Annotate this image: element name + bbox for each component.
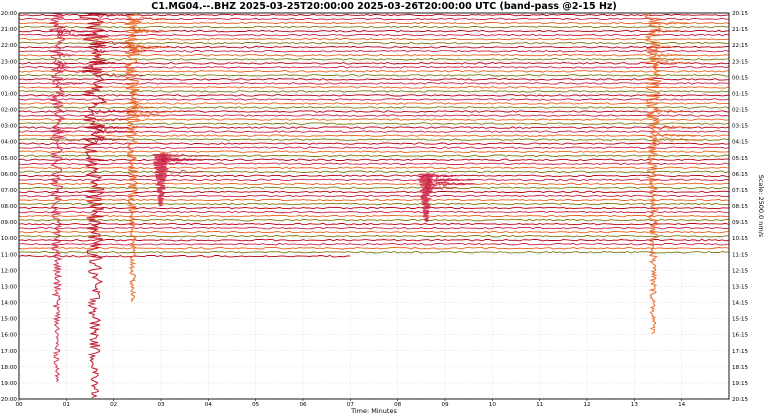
left-time-axis: 20:00 21:00 22:00 23:00 00:00 01:00 02:00 03:00… bbox=[1, 11, 18, 403]
right-tick-label: 00:15 bbox=[732, 75, 749, 81]
left-tick-label: 09:00 bbox=[1, 220, 18, 226]
right-time-axis: 20:15 21:15 22:15 23:15 00:15 01:15 02:15 03:15… bbox=[732, 11, 749, 403]
left-tick-label: 06:00 bbox=[1, 172, 18, 178]
left-tick-label: 14:00 bbox=[1, 301, 18, 307]
right-tick-label: 21:15 bbox=[732, 27, 749, 33]
x-tick-label: 14 bbox=[678, 402, 686, 408]
right-tick-label: 17:15 bbox=[732, 349, 749, 355]
left-tick-label: 20:00 bbox=[1, 11, 18, 17]
left-tick-label: 13:00 bbox=[1, 284, 18, 290]
right-tick-label: 04:15 bbox=[732, 140, 749, 146]
x-tick-label: 04 bbox=[205, 402, 213, 408]
x-tick-label: 13 bbox=[631, 402, 639, 408]
right-axis-label: Scale: 2500.0 nm/s bbox=[757, 175, 765, 238]
x-tick-label: 00 bbox=[15, 402, 23, 408]
right-tick-label: 02:15 bbox=[732, 108, 749, 114]
right-tick-label: 11:15 bbox=[732, 252, 749, 258]
left-tick-label: 21:00 bbox=[1, 27, 18, 33]
left-tick-label: 00:00 bbox=[1, 75, 18, 81]
right-tick-label: 13:15 bbox=[732, 284, 749, 290]
x-tick-label: 05 bbox=[252, 402, 260, 408]
helicorder-chart: 20:00 21:00 22:00 23:00 00:00 01:00 02:00 03:00… bbox=[1, 1, 765, 415]
left-tick-label: 15:00 bbox=[1, 317, 18, 323]
right-tick-label: 20:15 bbox=[732, 11, 749, 17]
x-tick-label: 11 bbox=[536, 402, 544, 408]
right-tick-label: 09:15 bbox=[732, 220, 749, 226]
right-tick-label: 22:15 bbox=[732, 43, 749, 49]
x-tick-label: 06 bbox=[299, 402, 307, 408]
x-tick-label: 02 bbox=[110, 402, 117, 408]
right-tick-label: 03:15 bbox=[732, 124, 749, 130]
right-tick-label: 06:15 bbox=[732, 172, 749, 178]
right-tick-label: 19:15 bbox=[732, 381, 749, 387]
right-tick-label: 12:15 bbox=[732, 268, 749, 274]
right-tick-label: 10:15 bbox=[732, 236, 749, 242]
left-tick-label: 16:00 bbox=[1, 333, 18, 339]
x-axis-label: Time: Minutes bbox=[350, 407, 397, 415]
left-tick-label: 23:00 bbox=[1, 59, 18, 65]
x-tick-label: 12 bbox=[583, 402, 590, 408]
left-tick-label: 08:00 bbox=[1, 204, 18, 210]
left-tick-label: 17:00 bbox=[1, 349, 18, 355]
right-tick-label: 08:15 bbox=[732, 204, 749, 210]
right-tick-label: 01:15 bbox=[732, 91, 749, 97]
left-tick-label: 02:00 bbox=[1, 108, 18, 114]
left-tick-label: 19:00 bbox=[1, 381, 18, 387]
left-tick-label: 22:00 bbox=[1, 43, 18, 49]
left-tick-label: 07:00 bbox=[1, 188, 18, 194]
right-tick-label: 05:15 bbox=[732, 156, 749, 162]
chart-title: C1.MG04.--.BHZ 2025-03-25T20:00:00 2025-… bbox=[151, 1, 617, 12]
left-tick-label: 10:00 bbox=[1, 236, 18, 242]
left-tick-label: 03:00 bbox=[1, 124, 18, 130]
x-tick-label: 03 bbox=[157, 402, 165, 408]
left-tick-label: 11:00 bbox=[1, 252, 18, 258]
left-tick-label: 12:00 bbox=[1, 268, 18, 274]
right-tick-label: 16:15 bbox=[732, 333, 749, 339]
x-tick-label: 09 bbox=[441, 402, 449, 408]
left-tick-label: 01:00 bbox=[1, 91, 18, 97]
x-tick-label: 10 bbox=[489, 402, 497, 408]
right-tick-label: 07:15 bbox=[732, 188, 749, 194]
right-tick-label: 18:15 bbox=[732, 365, 749, 371]
right-tick-label: 23:15 bbox=[732, 59, 749, 65]
x-tick-label: 01 bbox=[63, 402, 71, 408]
right-tick-label: 15:15 bbox=[732, 317, 749, 323]
right-tick-label: 14:15 bbox=[732, 301, 749, 307]
left-tick-label: 05:00 bbox=[1, 156, 18, 162]
right-tick-label: 20:15 bbox=[732, 397, 749, 403]
left-tick-label: 04:00 bbox=[1, 140, 18, 146]
left-tick-label: 18:00 bbox=[1, 365, 18, 371]
